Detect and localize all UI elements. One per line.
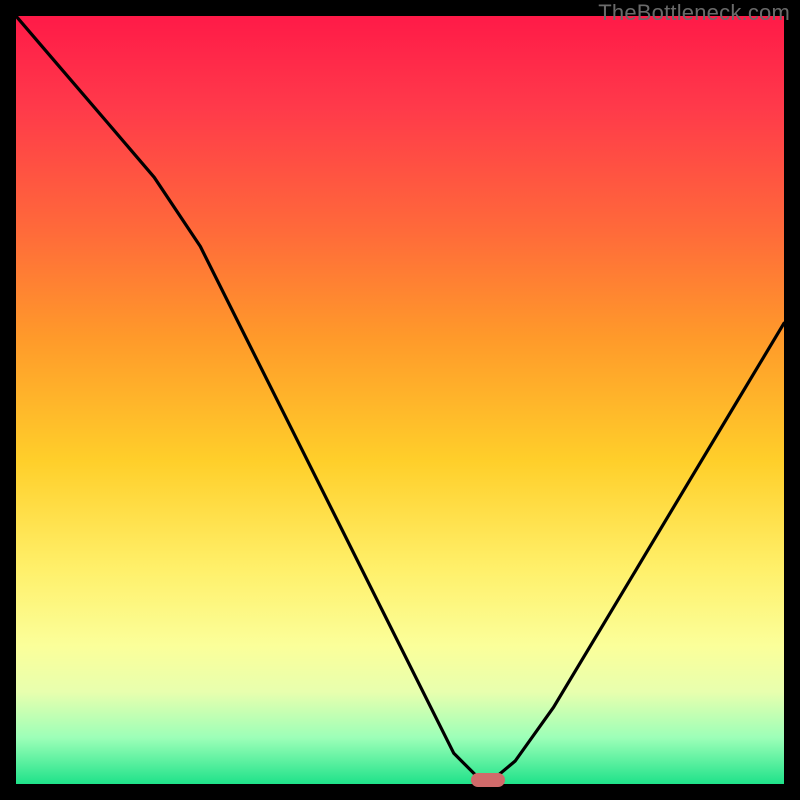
minimum-marker [471,773,505,787]
watermark-text: TheBottleneck.com [598,0,790,26]
chart-frame: TheBottleneck.com [0,0,800,800]
gradient-plot-area [16,16,784,784]
